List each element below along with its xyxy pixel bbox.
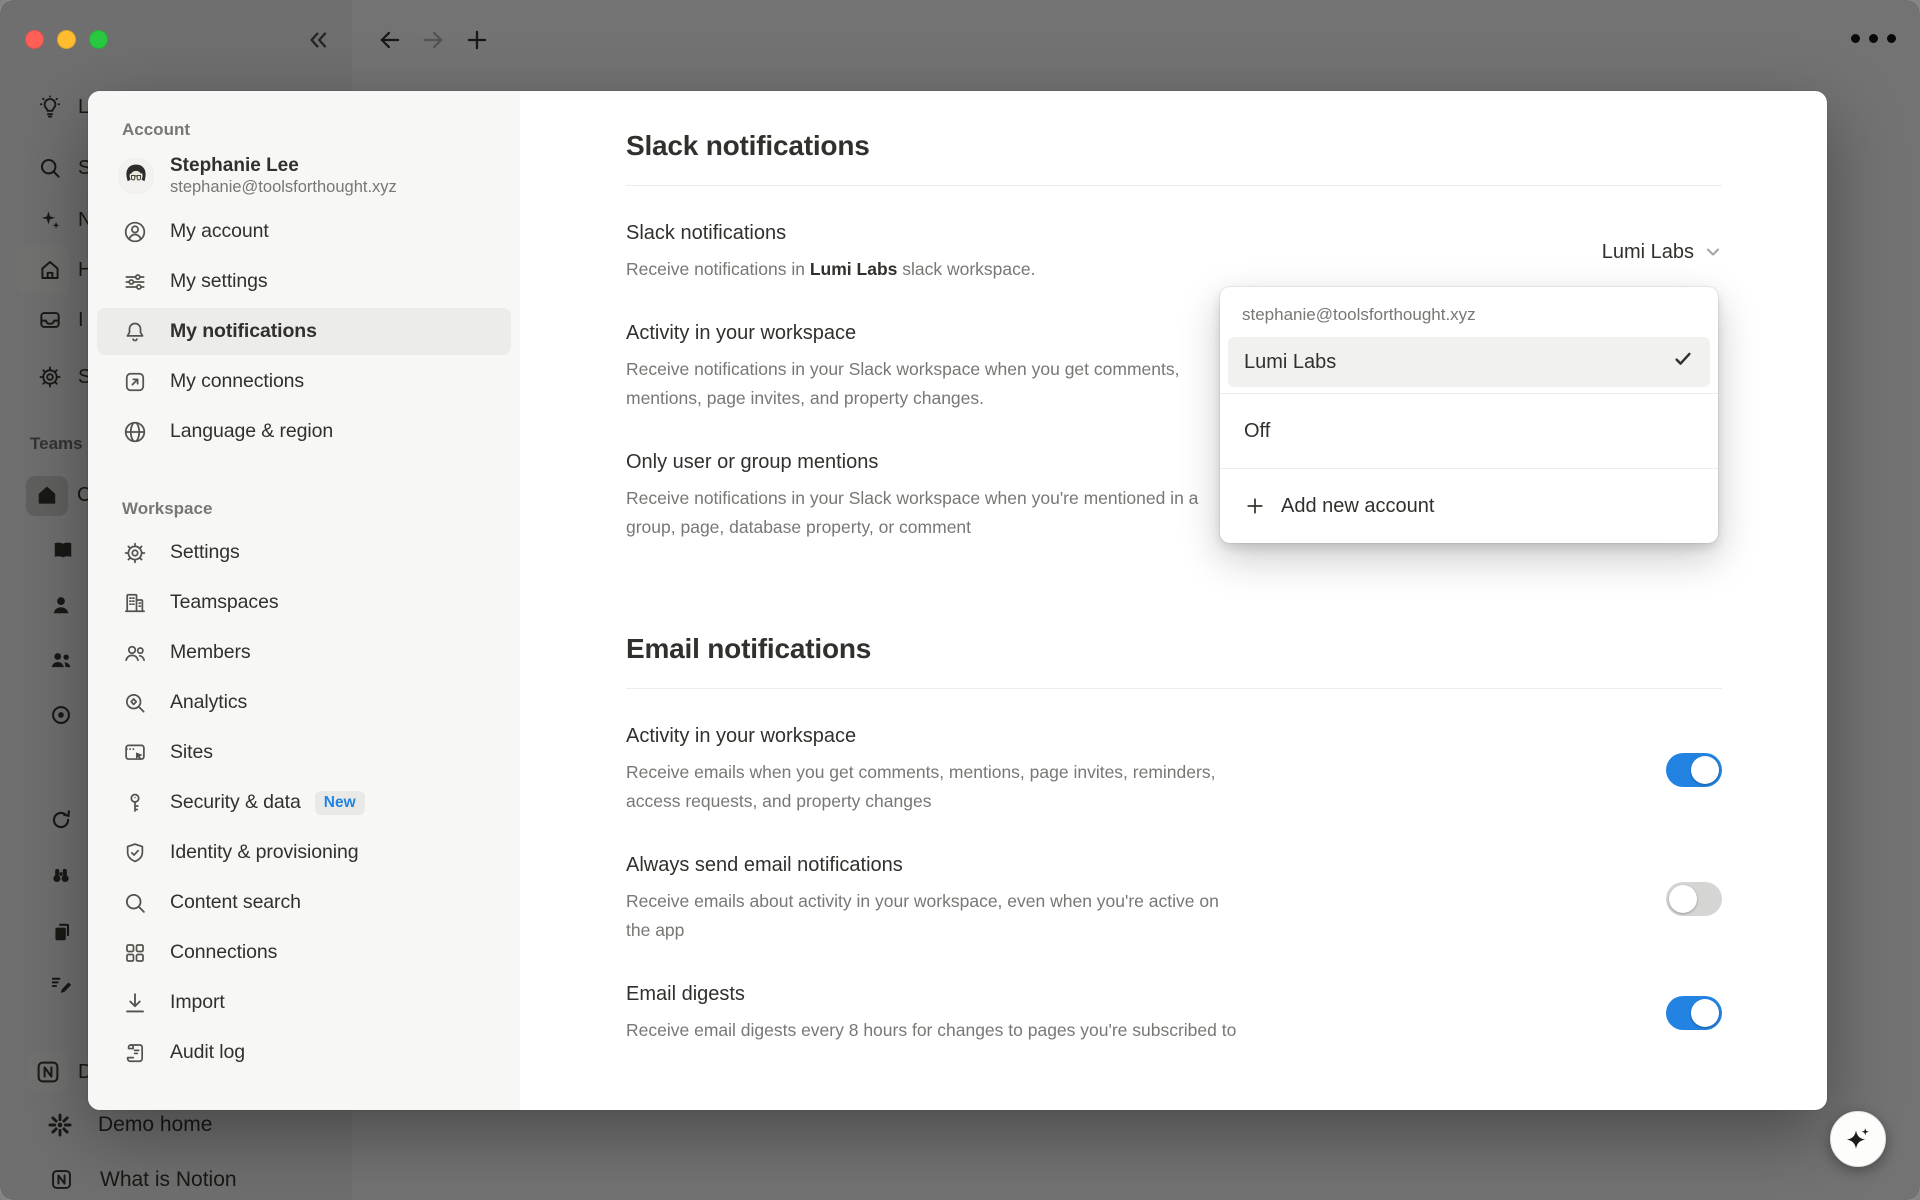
sidebar-item-content-search[interactable]: Content search	[97, 879, 511, 926]
settings-content: Slack notifications Slack notifications …	[520, 91, 1827, 1110]
profile-email: stephanie@toolsforthought.xyz	[170, 177, 397, 198]
setting-title: Always send email notifications	[626, 852, 1666, 879]
sidebar-item-my-notifications[interactable]: My notifications	[97, 308, 511, 355]
ai-sparkle-icon	[1843, 1124, 1873, 1154]
setting-description: Receive emails when you get comments, me…	[626, 758, 1241, 816]
dropdown-option-off[interactable]: Off	[1228, 400, 1710, 462]
setting-row-slack-notifications: Slack notifications Receive notification…	[626, 220, 1722, 284]
setting-description: Receive notifications in your Slack work…	[626, 355, 1241, 413]
app-window: L S N H I S Teams C	[0, 0, 1920, 1200]
sidebar-item-identity-provisioning[interactable]: Identity & provisioning	[97, 829, 511, 876]
always-send-email-toggle[interactable]	[1666, 882, 1722, 916]
sidebar-item-analytics[interactable]: Analytics	[97, 679, 511, 726]
people-icon	[122, 640, 148, 666]
sidebar-item-my-account[interactable]: My account	[97, 208, 511, 255]
setting-description: Receive emails about activity in your wo…	[626, 887, 1241, 945]
section-heading: Slack notifications	[626, 127, 1722, 186]
email-digests-toggle[interactable]	[1666, 996, 1722, 1030]
grid-icon	[122, 940, 148, 966]
settings-dialog: Account Stephanie Lee stephanie@toolsfor…	[88, 91, 1827, 1110]
search-icon	[122, 890, 148, 916]
setting-row-email-digests: Email digests Receive email digests ever…	[626, 981, 1722, 1045]
shield-check-icon	[122, 840, 148, 866]
magnifier-chart-icon	[122, 690, 148, 716]
divider	[1220, 468, 1718, 469]
setting-row-activity-email: Activity in your workspace Receive email…	[626, 723, 1722, 816]
email-notifications-section: Email notifications Activity in your wor…	[626, 630, 1722, 1045]
setting-row-always-send-email: Always send email notifications Receive …	[626, 852, 1722, 945]
sidebar-item-members[interactable]: Members	[97, 629, 511, 676]
avatar-illustration	[118, 158, 154, 194]
account-section-header: Account	[122, 120, 511, 140]
zoom-window-button[interactable]	[89, 30, 108, 49]
download-icon	[122, 990, 148, 1016]
browser-cursor-icon	[122, 740, 148, 766]
activity-email-toggle[interactable]	[1666, 753, 1722, 787]
chevron-down-icon	[1704, 243, 1722, 261]
avatar	[118, 158, 154, 194]
sliders-icon	[122, 269, 148, 295]
check-icon	[1672, 348, 1694, 376]
gear-icon	[122, 540, 148, 566]
window-controls	[25, 30, 108, 49]
bell-icon	[122, 319, 148, 345]
dropdown-option-lumi-labs[interactable]: Lumi Labs	[1228, 337, 1710, 387]
scroll-icon	[122, 1040, 148, 1066]
account-profile: Stephanie Lee stephanie@toolsforthought.…	[97, 150, 511, 202]
setting-title: Activity in your workspace	[626, 723, 1666, 750]
workspace-section-header: Workspace	[122, 499, 511, 519]
profile-name: Stephanie Lee	[170, 154, 397, 177]
sidebar-item-import[interactable]: Import	[97, 979, 511, 1026]
add-new-account-button[interactable]: Add new account	[1228, 475, 1710, 537]
sidebar-item-my-settings[interactable]: My settings	[97, 258, 511, 305]
section-heading: Email notifications	[626, 630, 1722, 689]
slack-account-dropdown: stephanie@toolsforthought.xyz Lumi Labs …	[1220, 287, 1718, 543]
sidebar-item-my-connections[interactable]: My connections	[97, 358, 511, 405]
setting-description: Receive email digests every 8 hours for …	[626, 1016, 1241, 1045]
sidebar-item-settings[interactable]: Settings	[97, 529, 511, 576]
minimize-window-button[interactable]	[57, 30, 76, 49]
close-window-button[interactable]	[25, 30, 44, 49]
sidebar-item-security-data[interactable]: Security & data New	[97, 779, 511, 826]
select-value: Lumi Labs	[1602, 241, 1694, 264]
person-circle-icon	[122, 219, 148, 245]
sidebar-item-audit-log[interactable]: Audit log	[97, 1029, 511, 1076]
building-icon	[122, 590, 148, 616]
setting-title: Email digests	[626, 981, 1666, 1008]
setting-description: Receive notifications in Lumi Labs slack…	[626, 255, 1241, 284]
plus-icon	[1244, 495, 1266, 517]
setting-description: Receive notifications in your Slack work…	[626, 484, 1241, 542]
sidebar-item-language-region[interactable]: Language & region	[97, 408, 511, 455]
sidebar-item-connections[interactable]: Connections	[97, 929, 511, 976]
dropdown-account-header: stephanie@toolsforthought.xyz	[1228, 295, 1710, 337]
sidebar-item-sites[interactable]: Sites	[97, 729, 511, 776]
key-icon	[122, 790, 148, 816]
settings-sidebar: Account Stephanie Lee stephanie@toolsfor…	[88, 91, 520, 1110]
divider	[1220, 393, 1718, 394]
setting-title: Slack notifications	[626, 220, 1602, 247]
globe-icon	[122, 419, 148, 445]
sidebar-item-teamspaces[interactable]: Teamspaces	[97, 579, 511, 626]
new-badge: New	[315, 791, 365, 815]
arrow-up-right-box-icon	[122, 369, 148, 395]
notion-ai-button[interactable]	[1830, 1111, 1886, 1167]
slack-workspace-select[interactable]: Lumi Labs	[1602, 241, 1722, 264]
